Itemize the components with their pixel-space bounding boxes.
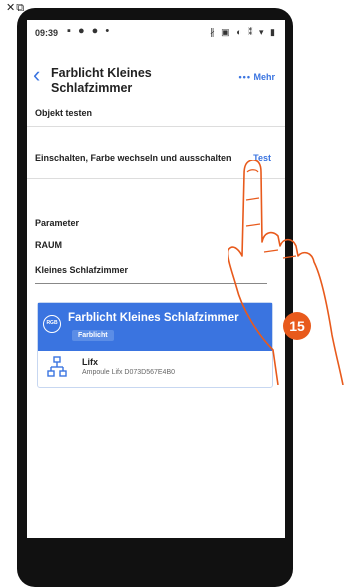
device-name: Lifx <box>82 357 99 367</box>
rgb-icon: RGB <box>43 315 61 333</box>
notification-icons: ▪ ● ● • <box>67 25 112 37</box>
status-time: 09:39 <box>35 28 59 38</box>
step-number-badge: 15 <box>283 312 311 340</box>
room-label: RAUM <box>35 240 62 250</box>
page-header: ‹ Farblicht Kleines Schlafzimmer ••• Meh… <box>27 64 285 104</box>
object-card-title: Farblicht Kleines Schlafzimmer <box>68 312 239 324</box>
pointing-hand-icon <box>228 160 344 385</box>
status-bar: 09:39 ▪ ● ● • ∦ ▣ ◐ ⁑ ▾ ▮ <box>27 20 285 44</box>
parameters-heading: Parameter <box>35 218 80 228</box>
page-title: Farblicht Kleines Schlafzimmer <box>51 66 152 95</box>
more-label: Mehr <box>253 72 275 82</box>
room-field[interactable]: Kleines Schlafzimmer <box>35 265 128 275</box>
back-chevron-icon[interactable]: ‹ <box>33 64 40 86</box>
more-dots-icon: ••• <box>238 72 251 82</box>
more-button[interactable]: ••• Mehr <box>239 72 275 82</box>
test-row-label: Einschalten, Farbe wechseln und ausschal… <box>35 153 232 163</box>
network-icon <box>47 356 67 377</box>
system-status-icons: ∦ ▣ ◐ ⁑ ▾ ▮ <box>210 27 277 37</box>
divider <box>27 126 285 127</box>
test-section-heading: Objekt testen <box>35 108 93 118</box>
device-id: Ampoule Lifx D073D567E4B0 <box>82 369 176 376</box>
object-type-badge: Farblicht <box>72 330 114 341</box>
